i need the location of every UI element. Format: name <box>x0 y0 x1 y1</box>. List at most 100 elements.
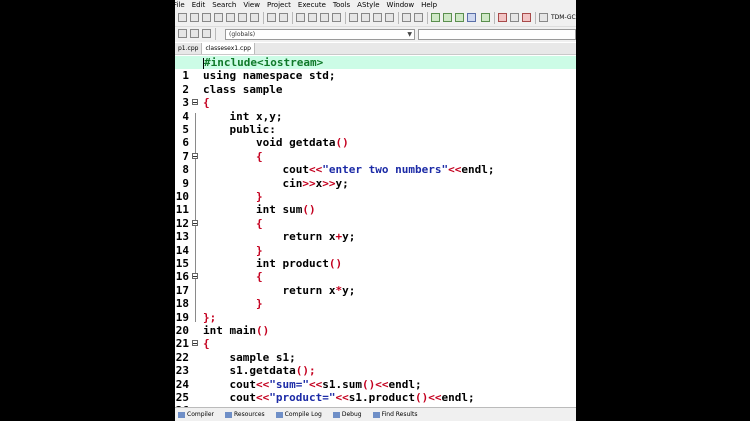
paren: () <box>414 391 429 404</box>
tab-debug[interactable]: Debug <box>332 408 362 421</box>
string-literal: "enter two numbers" <box>322 163 449 177</box>
redo-icon[interactable] <box>279 13 288 22</box>
forward-icon[interactable] <box>361 13 370 22</box>
code-token: cout <box>229 391 257 404</box>
open-file-icon[interactable] <box>190 13 199 22</box>
run-icon[interactable] <box>443 13 452 22</box>
toggle-comment-icon[interactable] <box>402 13 411 22</box>
toggle-bookmark-icon[interactable] <box>202 29 211 38</box>
code-text: { <box>203 150 263 163</box>
code-line: 26 cout<<"product="<<s1.product()<<endl; <box>175 391 576 417</box>
scope-select[interactable]: (globals) ▼ <box>225 29 415 40</box>
toolbar-divider <box>215 28 216 40</box>
debug-icon <box>332 411 340 418</box>
code-token: cin <box>282 176 303 190</box>
unindent-icon[interactable] <box>385 13 394 22</box>
tab-label: Find Results <box>381 411 418 418</box>
undo-icon[interactable] <box>267 13 276 22</box>
code-text: sample s1; <box>203 351 296 364</box>
menu-astyle[interactable]: AStyle <box>357 0 379 10</box>
new-file-icon[interactable] <box>178 13 187 22</box>
tab-find-results[interactable]: Find Results <box>372 408 418 421</box>
code-token: cout <box>282 163 309 177</box>
stop-execution-icon[interactable] <box>498 13 507 22</box>
fold-toggle-icon[interactable] <box>192 340 198 347</box>
compiler-select-icon[interactable] <box>539 13 548 22</box>
menu-bar: File Edit Search View Project Execute Tools ASt… <box>175 0 576 10</box>
code-line: 25 cout<<"sum="<<s1.sum()<<endl; <box>175 377 576 404</box>
bookmark-icon[interactable] <box>414 13 423 22</box>
menu-file[interactable]: File <box>175 0 185 10</box>
fold-toggle-icon[interactable] <box>192 219 198 226</box>
code-token: sample s1; <box>229 350 296 364</box>
tab-label: Resources <box>234 411 265 418</box>
fold-toggle-icon[interactable] <box>192 99 198 106</box>
save-all-icon[interactable] <box>214 13 223 22</box>
back-icon[interactable] <box>349 13 358 22</box>
check-syntax-icon[interactable] <box>481 13 490 22</box>
insert-icon[interactable] <box>190 29 199 38</box>
compile-run-icon[interactable] <box>455 13 464 22</box>
menu-tools[interactable]: Tools <box>333 0 350 10</box>
function-select[interactable] <box>418 29 576 40</box>
code-text: } <box>203 297 263 310</box>
toolbar-divider <box>292 12 293 24</box>
code-text: } <box>203 190 263 203</box>
bottom-panel-tabs: Compiler Resources Compile Log Debug Find Re… <box>175 407 576 421</box>
chevron-down-icon: ▼ <box>407 31 412 38</box>
menu-view[interactable]: View <box>243 0 260 10</box>
paren: () <box>302 203 316 217</box>
code-text: cout<<"enter two numbers"<<endl; <box>203 163 494 176</box>
operator: << <box>309 377 323 391</box>
code-line: 23 sample s1; <box>175 351 576 377</box>
fold-toggle-icon[interactable] <box>192 273 198 280</box>
new-class-icon[interactable] <box>178 29 187 38</box>
code-token: sum <box>275 203 303 217</box>
code-line: 7 void getdata() <box>175 136 576 162</box>
menu-search[interactable]: Search <box>212 0 236 10</box>
menu-project[interactable]: Project <box>267 0 291 10</box>
profile-icon[interactable] <box>522 13 531 22</box>
rebuild-icon[interactable] <box>467 13 476 22</box>
goto-line-icon[interactable] <box>332 13 341 22</box>
code-text: using namespace std; <box>203 69 336 83</box>
tab-compiler[interactable]: Compiler <box>178 408 214 421</box>
operator: << <box>375 377 389 391</box>
menu-edit[interactable]: Edit <box>192 0 206 10</box>
code-text: public: <box>203 123 276 136</box>
code-line: 22 { <box>175 337 576 363</box>
menu-help[interactable]: Help <box>421 0 437 10</box>
debug-icon[interactable] <box>510 13 519 22</box>
compile-icon[interactable] <box>431 13 440 22</box>
code-editor[interactable]: 1 #include<iostream> 2 using namespace s… <box>175 55 576 417</box>
tab-compile-log[interactable]: Compile Log <box>275 408 322 421</box>
menu-window[interactable]: Window <box>387 0 415 10</box>
keyword: void <box>255 136 283 150</box>
code-token: endl; <box>461 163 495 177</box>
tab-resources[interactable]: Resources <box>225 408 265 421</box>
compiler-label[interactable]: TDM-GC <box>551 13 576 22</box>
code-line: 13 { <box>175 217 576 243</box>
find-next-icon[interactable] <box>320 13 329 22</box>
code-line: 8 { <box>175 150 576 176</box>
indent-icon[interactable] <box>373 13 382 22</box>
code-token: main <box>222 324 256 337</box>
menu-execute[interactable]: Execute <box>298 0 326 10</box>
code-text: int product() <box>203 257 342 270</box>
code-token: getdata <box>282 136 336 150</box>
brace: } <box>255 297 263 311</box>
code-token: endl; <box>441 391 475 404</box>
tab-classesex1-cpp[interactable]: classesex1.cpp <box>201 43 255 54</box>
find-icon[interactable] <box>296 13 305 22</box>
save-icon[interactable] <box>202 13 211 22</box>
code-line: 17 { <box>175 270 576 296</box>
code-line: 11 } <box>175 190 576 216</box>
close-all-icon[interactable] <box>238 13 247 22</box>
fold-toggle-icon[interactable] <box>192 152 198 159</box>
compile-log-icon <box>275 411 283 418</box>
operator: << <box>428 391 442 404</box>
replace-icon[interactable] <box>308 13 317 22</box>
close-icon[interactable] <box>226 13 235 22</box>
tab-p1-cpp[interactable]: p1.cpp <box>175 43 201 54</box>
print-icon[interactable] <box>250 13 259 22</box>
